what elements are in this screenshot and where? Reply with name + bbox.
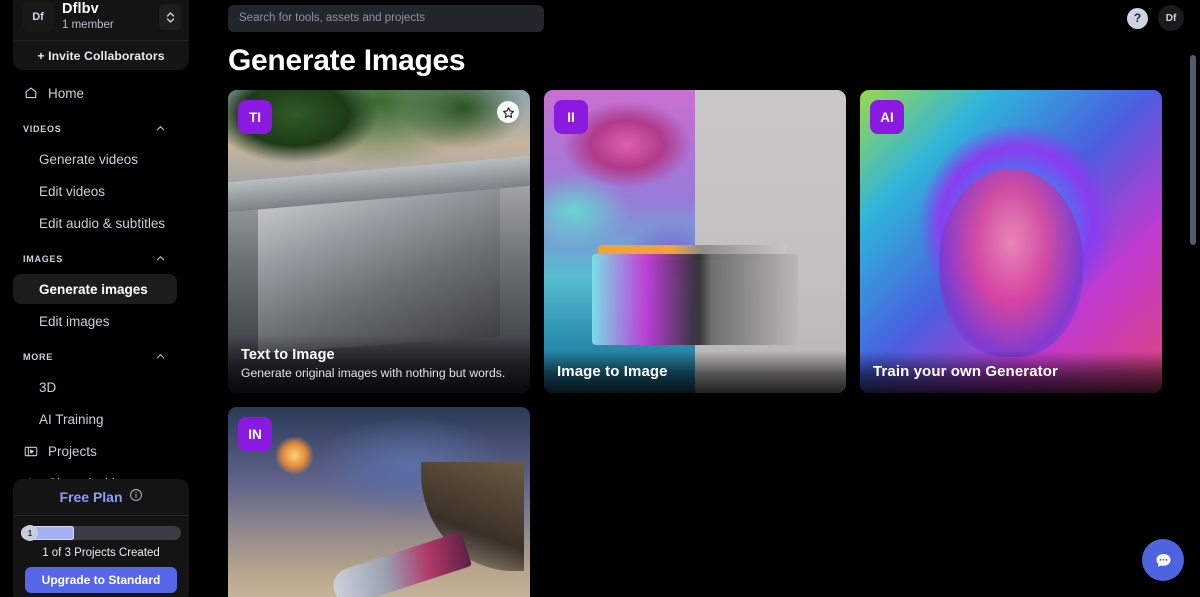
help-question-icon[interactable]: ? [1127,7,1148,29]
sidebar-item-edit-audio-subtitles[interactable]: Edit audio & subtitles [13,208,177,238]
card-description: Generate original images with nothing bu… [241,366,506,380]
info-circle-icon[interactable] [129,488,143,507]
account-avatar[interactable]: Df [1158,5,1184,31]
main-scrollbar[interactable] [1190,55,1196,245]
home-icon [23,85,39,101]
sidebar-nav: Home VIDEOS Generate videos Edit videos … [0,78,190,532]
sidebar-item-label: AI Training [39,411,104,427]
topbar: Search for tools, assets and projects ? … [202,0,1200,36]
sidebar-item-home[interactable]: Home [13,78,177,108]
card-footer: Image to Image [544,351,846,393]
page-title: Generate Images [228,44,466,77]
chevron-up-icon[interactable] [155,123,167,135]
plan-header: Free Plan [13,479,189,515]
plan-title: Free Plan [59,489,123,505]
search-input[interactable]: Search for tools, assets and projects [239,12,425,24]
card-badge: AI [870,100,904,134]
up-down-chevrons-icon[interactable] [159,4,181,30]
sidebar-item-generate-images[interactable]: Generate images [13,274,177,304]
tools-grid: TI Text to Image Generate original image… [228,90,1176,597]
card-badge: IN [238,417,272,451]
plan-progress-value: 1 [22,525,38,541]
sidebar-item-label: Generate videos [39,151,139,167]
card-artwork [228,407,530,597]
sidebar-group-more[interactable]: MORE [13,344,177,370]
invite-collaborators-button[interactable]: + Invite Collaborators [13,41,189,70]
chat-bubble-icon[interactable] [1142,539,1184,581]
sidebar-group-label: VIDEOS [23,124,62,134]
sidebar-item-edit-images[interactable]: Edit images [13,306,177,336]
topbar-actions: ? Df [1127,5,1186,31]
card-footer: Text to Image Generate original images w… [228,335,530,393]
tool-card-train-your-own-generator[interactable]: AI Train your own Generator [860,90,1162,393]
card-badge: TI [238,100,272,134]
workspace-name: Dflbv [62,1,99,17]
projects-icon [23,443,39,459]
chevron-up-icon[interactable] [155,253,167,265]
card-title: Text to Image [241,347,335,363]
plan-card: Free Plan 1 1 of 3 Projects Created Upgr… [13,479,189,597]
sidebar-item-3d[interactable]: 3D [13,372,177,402]
upgrade-button[interactable]: Upgrade to Standard [25,567,177,593]
sidebar-item-label: Edit videos [39,183,106,199]
card-artwork [544,90,846,393]
sidebar-item-label: 3D [39,379,57,395]
sidebar: Df Dflbv 1 member + Invite Collaborators [0,0,202,597]
tool-card-inpaint[interactable]: IN [228,407,530,597]
star-icon[interactable] [497,101,519,123]
chevron-up-icon[interactable] [155,351,167,363]
card-title: Image to Image [557,363,668,380]
sidebar-group-videos[interactable]: VIDEOS [13,116,177,142]
workspace-text: Dflbv 1 member [62,1,159,33]
card-artwork [860,90,1162,393]
sidebar-item-generate-videos[interactable]: Generate videos [13,144,177,174]
sidebar-item-label: Generate images [39,281,148,297]
sidebar-group-label: IMAGES [23,254,64,264]
workspace-selector[interactable]: Df Dflbv 1 member [13,0,189,40]
sidebar-item-projects[interactable]: Projects [13,436,177,466]
sidebar-item-label: Projects [48,443,97,459]
card-title: Train your own Generator [873,363,1058,380]
sidebar-group-images[interactable]: IMAGES [13,246,177,272]
sidebar-item-label: Home [48,85,85,101]
app-root: Df Dflbv 1 member + Invite Collaborators [0,0,1200,597]
tool-card-image-to-image[interactable]: II Image to Image [544,90,846,393]
sidebar-item-edit-videos[interactable]: Edit videos [13,176,177,206]
plan-usage-label: 1 of 3 Projects Created [42,547,160,559]
plan-body: 1 1 of 3 Projects Created Upgrade to Sta… [13,516,189,597]
sidebar-item-label: Edit audio & subtitles [39,215,166,231]
workspace-avatar: Df [23,2,53,32]
plan-progress-bar: 1 [21,525,181,541]
sidebar-group-label: MORE [23,352,53,362]
card-footer: Train your own Generator [860,351,1162,393]
sidebar-item-ai-training[interactable]: AI Training [13,404,177,434]
workspace-card[interactable]: Df Dflbv 1 member + Invite Collaborators [13,0,189,70]
workspace-members: 1 member [62,19,114,31]
main-content: Search for tools, assets and projects ? … [202,0,1200,597]
tool-card-text-to-image[interactable]: TI Text to Image Generate original image… [228,90,530,393]
sidebar-item-label: Edit images [39,313,110,329]
card-badge: II [554,100,588,134]
search-bar[interactable]: Search for tools, assets and projects [228,4,544,32]
